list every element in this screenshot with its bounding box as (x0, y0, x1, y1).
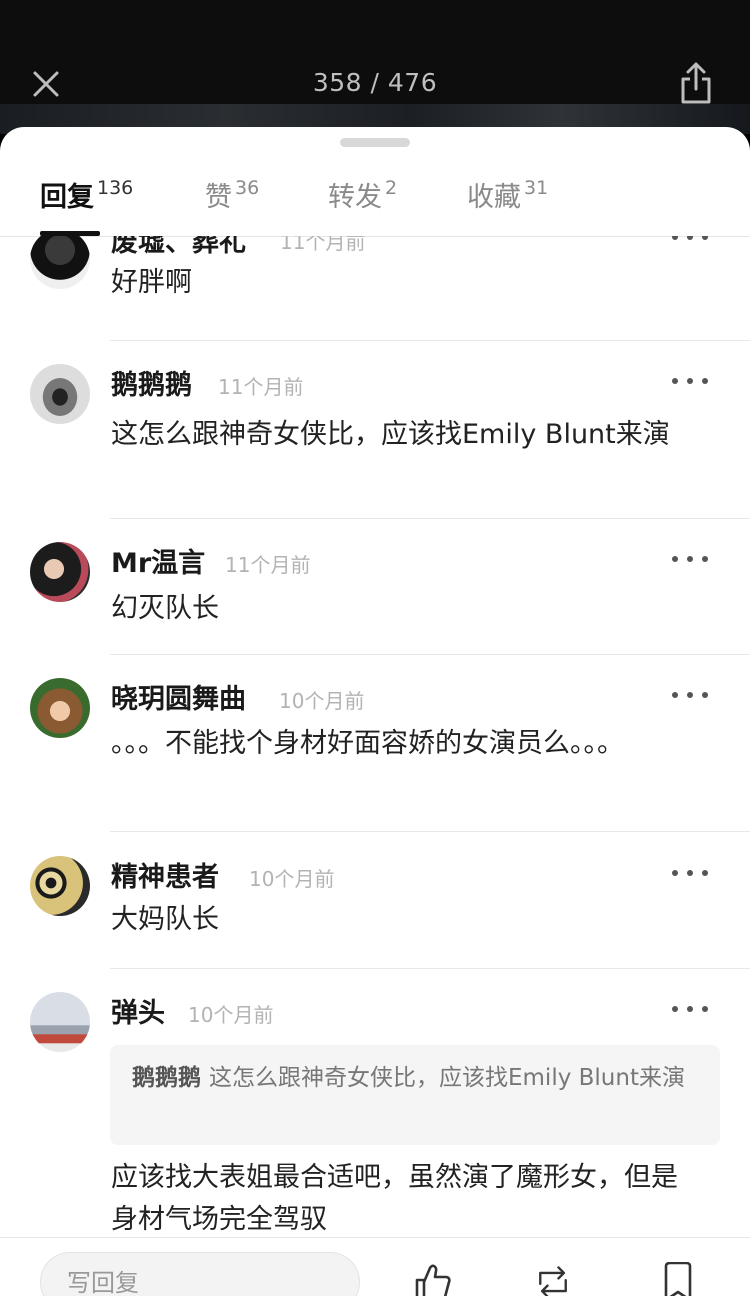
comment-text: 应该找大表姐最合适吧，虽然演了魔形女，但是身材气场完全驾驭 (111, 1162, 678, 1235)
comment-text: 好胖啊 (111, 267, 192, 298)
thumbs-up-icon (415, 1264, 451, 1296)
quoted-text: 这怎么跟神奇女侠比，应该找Emily Blunt来演 (209, 1065, 685, 1091)
more-options-button[interactable] (672, 999, 708, 1019)
divider (110, 654, 750, 655)
more-options-button[interactable] (672, 549, 708, 569)
photo-counter: 358 / 476 (312, 68, 438, 97)
comment-text: 大妈队长 (111, 904, 219, 935)
avatar[interactable] (30, 236, 90, 289)
more-options-button[interactable] (672, 685, 708, 705)
comment-author[interactable]: 弹头 (111, 991, 165, 1030)
comment-time: 11个月前 (280, 236, 366, 254)
comment-author[interactable]: Mr温言 (111, 541, 205, 580)
more-options-button[interactable] (672, 371, 708, 391)
avatar[interactable] (30, 364, 90, 424)
comment-author[interactable]: 精神患者 (111, 855, 219, 894)
comment-item: 晓玥圆舞曲 10个月前 。。。不能找个身材好面容娇的女演员么。。。 (0, 677, 750, 827)
bottom-action-bar: 写回复 (0, 1237, 750, 1296)
avatar[interactable] (30, 856, 90, 916)
comment-text: 幻灭队长 (111, 593, 219, 624)
quoted-author[interactable]: 鹅鹅鹅 (132, 1065, 201, 1091)
tab-label: 赞 (205, 182, 232, 213)
divider (110, 831, 750, 832)
comment-time: 10个月前 (188, 1003, 274, 1027)
repost-icon (539, 1266, 567, 1296)
tab-replies[interactable]: 回复 136 (40, 175, 133, 214)
tab-count: 31 (524, 177, 549, 199)
drag-handle[interactable] (340, 138, 410, 147)
divider (110, 968, 750, 969)
share-icon (681, 62, 711, 104)
tab-count: 2 (385, 177, 398, 199)
like-button[interactable] (412, 1262, 452, 1296)
comment-time: 10个月前 (279, 689, 365, 713)
comment-item: 精神患者 10个月前 大妈队长 (0, 855, 750, 965)
tab-label: 转发 (328, 182, 382, 213)
bookmark-button[interactable] (658, 1262, 698, 1296)
repost-button[interactable] (533, 1262, 573, 1296)
avatar[interactable] (30, 542, 90, 602)
comments-sheet: 回复 136 赞 36 转发 2 收藏 31 废墟、葬礼 11个月前 好胖啊 鹅… (0, 127, 750, 1296)
comment-text: 。。。不能找个身材好面容娇的女演员么。。。 (111, 728, 624, 759)
comment-author[interactable]: 晓玥圆舞曲 (111, 677, 246, 716)
more-options-button[interactable] (672, 236, 708, 247)
divider (110, 518, 750, 519)
comment-author[interactable]: 废墟、葬礼 (111, 236, 246, 259)
divider (110, 340, 750, 341)
more-options-button[interactable] (672, 863, 708, 883)
tab-likes[interactable]: 赞 36 (205, 175, 259, 214)
comment-item: 废墟、葬礼 11个月前 好胖啊 (0, 236, 750, 340)
tab-label: 回复 (40, 182, 94, 213)
bookmark-icon (664, 1262, 692, 1296)
tab-reposts[interactable]: 转发 2 (328, 175, 397, 214)
tab-count: 136 (97, 177, 134, 199)
quoted-comment[interactable]: 鹅鹅鹅 这怎么跟神奇女侠比，应该找Emily Blunt来演 (110, 1045, 720, 1145)
avatar[interactable] (30, 992, 90, 1052)
reply-input[interactable]: 写回复 (40, 1252, 360, 1296)
comment-time: 10个月前 (249, 867, 335, 891)
comment-author[interactable]: 鹅鹅鹅 (111, 363, 192, 402)
comment-item: Mr温言 11个月前 幻灭队长 (0, 541, 750, 651)
tab-bar: 回复 136 赞 36 转发 2 收藏 31 (0, 167, 750, 237)
comment-time: 11个月前 (225, 553, 311, 577)
comment-list[interactable]: 废墟、葬礼 11个月前 好胖啊 鹅鹅鹅 11个月前 这怎么跟神奇女侠比，应该找E… (0, 236, 750, 1238)
tab-favorites[interactable]: 收藏 31 (467, 175, 548, 214)
tab-count: 36 (235, 177, 260, 199)
comment-time: 11个月前 (218, 375, 304, 399)
tab-label: 收藏 (467, 182, 521, 213)
comment-text: 这怎么跟神奇女侠比，应该找Emily Blunt来演 (111, 419, 670, 450)
share-button[interactable] (674, 58, 718, 108)
avatar[interactable] (30, 678, 90, 738)
comment-item: 弹头 10个月前 鹅鹅鹅 这怎么跟神奇女侠比，应该找Emily Blunt来演 应… (0, 991, 750, 1238)
comment-item: 鹅鹅鹅 11个月前 这怎么跟神奇女侠比，应该找Emily Blunt来演 (0, 363, 750, 513)
